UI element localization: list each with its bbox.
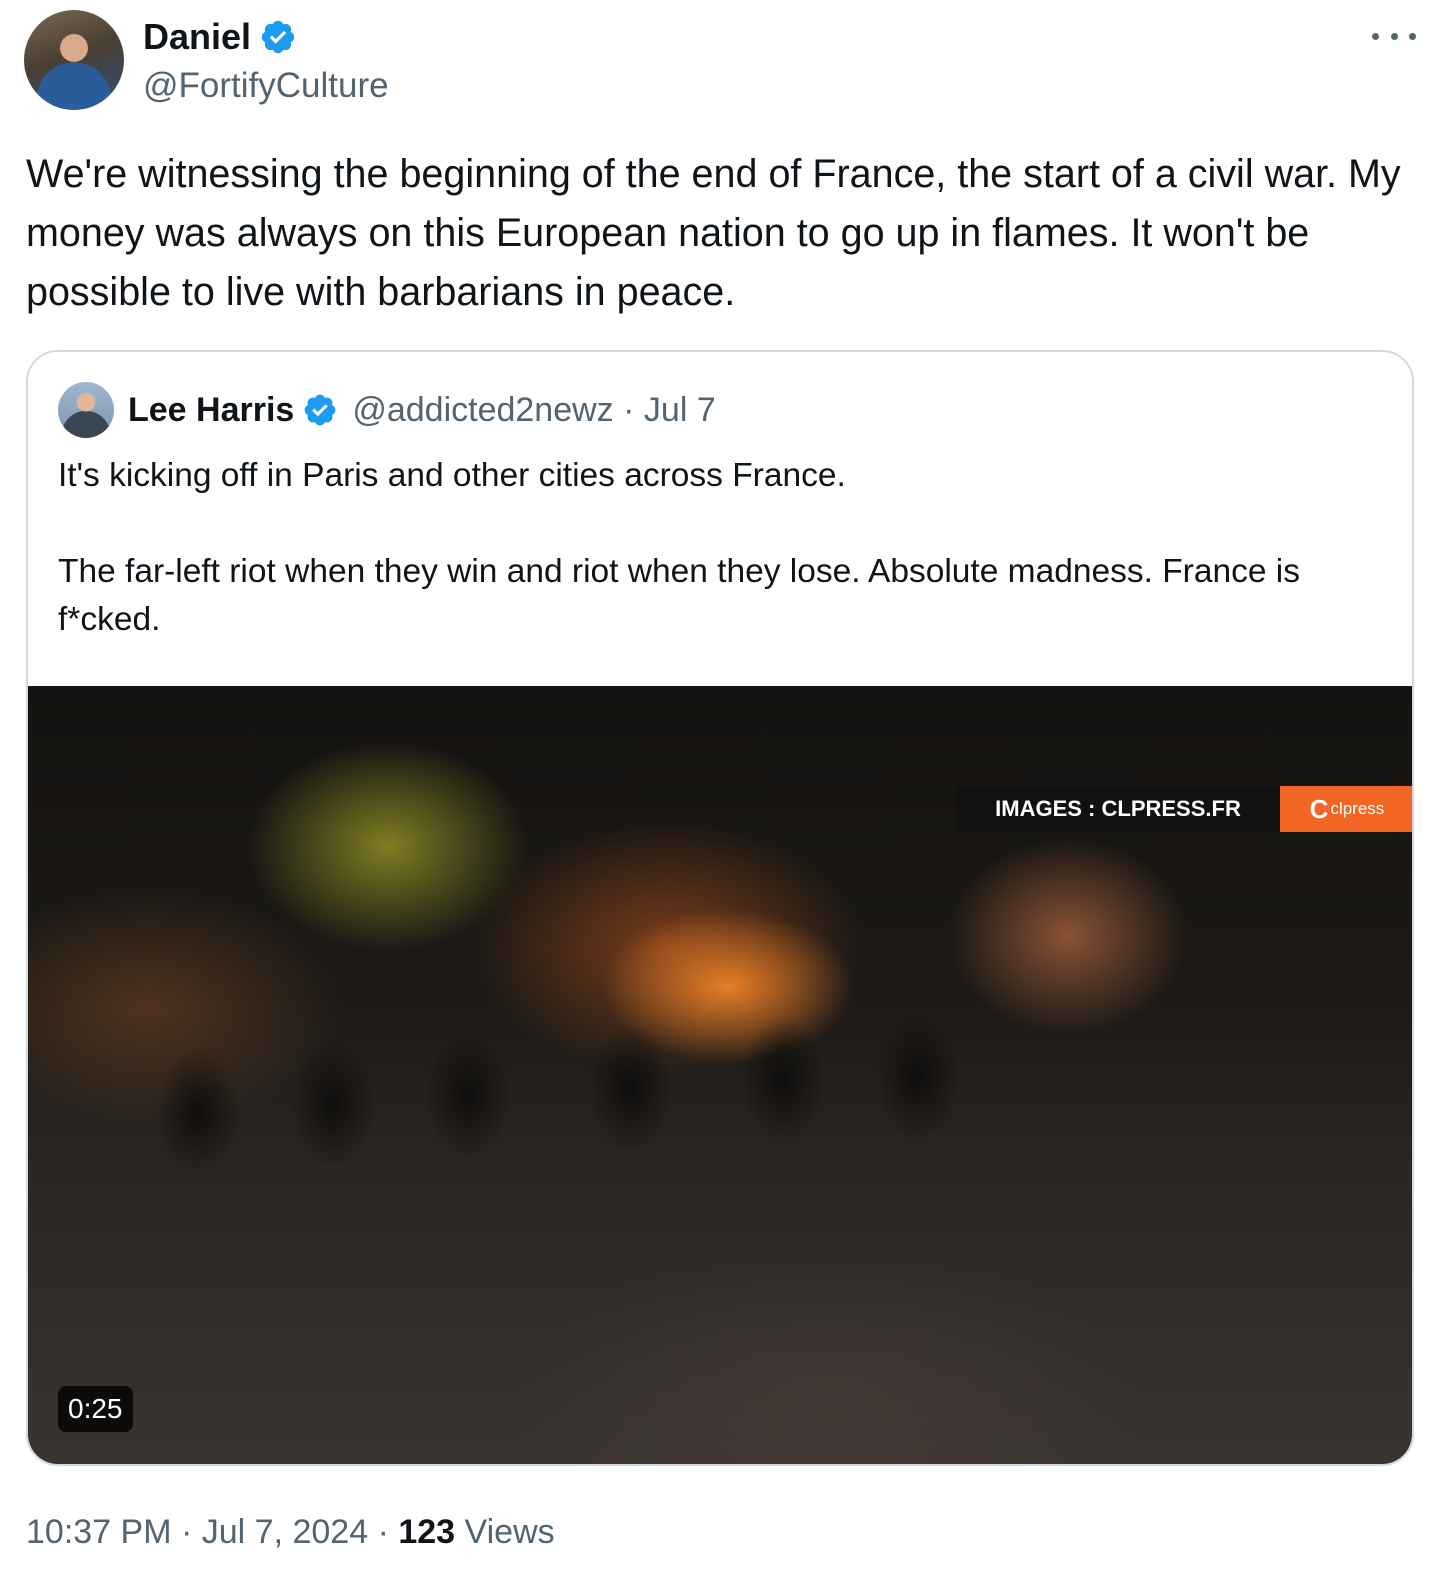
tweet-metadata: 10:37 PM · Jul 7, 2024 · 123 Views xyxy=(26,1513,555,1551)
tweet-time[interactable]: 10:37 PM xyxy=(26,1513,172,1551)
verified-badge-icon xyxy=(261,20,295,54)
dot xyxy=(1390,32,1398,40)
tweet-text: We're witnessing the beginning of the en… xyxy=(26,152,1401,314)
quoted-author-handle[interactable]: @addicted2newz · Jul 7 xyxy=(352,391,715,430)
clpress-logo: Cclpress xyxy=(1280,786,1412,832)
verified-badge-icon xyxy=(304,394,336,426)
views-label: Views xyxy=(464,1513,555,1551)
author-name[interactable]: Daniel xyxy=(143,14,251,60)
quoted-author-name[interactable]: Lee Harris xyxy=(128,391,294,430)
quoted-tweet[interactable]: Lee Harris @addicted2newz · Jul 7 It's k… xyxy=(26,350,1414,1466)
quoted-tweet-header: Lee Harris @addicted2newz · Jul 7 xyxy=(58,382,716,438)
video-watermark: IMAGES : CLPRESS.FR Cclpress xyxy=(956,786,1412,832)
video-duration-badge: 0:25 xyxy=(58,1386,133,1432)
dot xyxy=(1372,32,1379,40)
quoted-tweet-date: Jul 7 xyxy=(643,390,716,429)
author-handle[interactable]: @FortifyCulture xyxy=(143,64,389,108)
video-player[interactable]: IMAGES : CLPRESS.FR Cclpress 0:25 xyxy=(28,686,1412,1464)
dot xyxy=(1409,32,1416,40)
author-avatar[interactable] xyxy=(24,10,124,110)
author-name-row: Daniel xyxy=(143,14,297,60)
video-frame xyxy=(108,1016,1008,1176)
watermark-text: IMAGES : CLPRESS.FR xyxy=(956,786,1280,832)
views-count: 123 xyxy=(398,1513,456,1551)
quoted-tweet-text: It's kicking off in Paris and other citi… xyxy=(58,457,1300,638)
more-options-icon[interactable] xyxy=(1372,18,1416,54)
quoted-author-avatar[interactable] xyxy=(58,382,114,438)
tweet-date[interactable]: Jul 7, 2024 xyxy=(202,1513,368,1551)
